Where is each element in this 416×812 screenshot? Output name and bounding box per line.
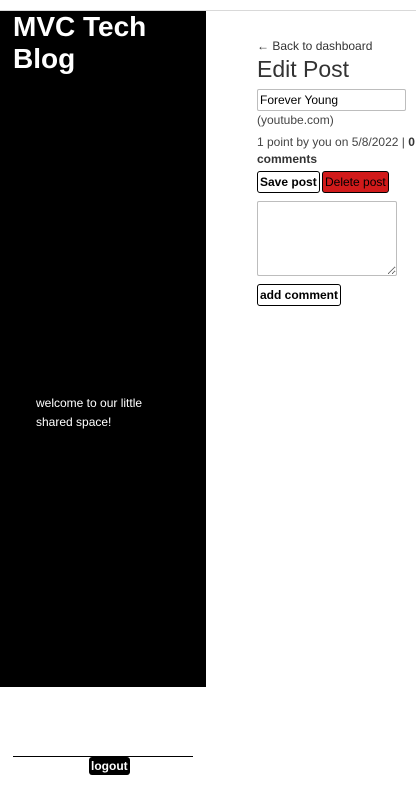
add-comment-button[interactable]: add comment — [257, 284, 342, 306]
site-tagline: welcome to our little shared space! — [36, 396, 143, 429]
page-title: Edit Post — [257, 56, 350, 82]
comment-textarea[interactable] — [257, 201, 397, 276]
post-meta-text: 1 point by you on 5/8/2022 | — [257, 135, 405, 149]
save-post-button[interactable]: Save post — [257, 171, 320, 193]
top-border — [0, 0, 416, 11]
post-domain: (youtube.com) — [257, 113, 334, 127]
post-title-input[interactable] — [257, 89, 406, 111]
sidebar — [0, 11, 206, 687]
logout-button[interactable]: logout — [89, 757, 130, 775]
site-title: MVC Tech Blog — [13, 11, 147, 74]
delete-post-button[interactable]: Delete post — [322, 171, 389, 193]
post-meta: 1 point by you on 5/8/2022 | 0 comments — [257, 134, 416, 168]
back-to-dashboard-link[interactable]: ← Back to dashboard — [257, 39, 372, 53]
